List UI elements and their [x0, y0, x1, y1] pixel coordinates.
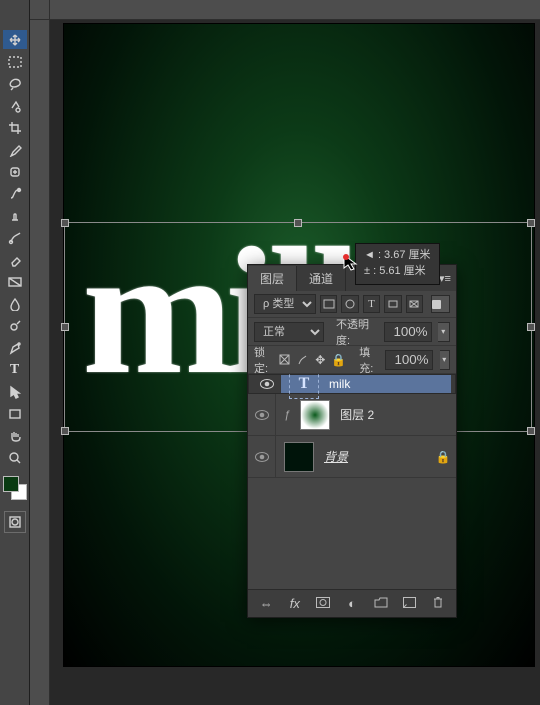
tab-channels[interactable]: 通道: [297, 266, 346, 291]
layer-fx-indicator[interactable]: ƒ: [284, 409, 290, 421]
layer-mask-button[interactable]: [309, 596, 338, 611]
gradient-tool[interactable]: [3, 272, 27, 291]
lock-label: 锁定:: [254, 344, 272, 376]
dodge-tool[interactable]: [3, 316, 27, 335]
eraser-tool[interactable]: [3, 250, 27, 269]
filter-shape-icon[interactable]: [384, 295, 401, 313]
eye-icon: [254, 451, 270, 463]
blur-tool[interactable]: [3, 294, 27, 313]
layer-lock-icon: 🔒: [430, 450, 456, 464]
layer-group-button[interactable]: [366, 596, 395, 611]
transform-handle-sw[interactable]: [61, 427, 69, 435]
transform-handle-w[interactable]: [61, 323, 69, 331]
layer-row[interactable]: ƒ 图层 2: [248, 394, 456, 436]
type-tool[interactable]: T: [3, 360, 27, 379]
pen-tool[interactable]: [3, 338, 27, 357]
filter-smart-icon[interactable]: [406, 295, 423, 313]
marquee-tool[interactable]: [3, 52, 27, 71]
transform-tooltip: ◄ : 3.67 厘米 ± : 5.61 厘米: [355, 243, 440, 285]
eyedropper-tool[interactable]: [3, 140, 27, 159]
transform-handle-se[interactable]: [527, 427, 535, 435]
tab-layers[interactable]: 图层: [248, 266, 297, 291]
quick-select-tool[interactable]: [3, 96, 27, 115]
hand-tool[interactable]: [3, 426, 27, 445]
foreground-color-swatch[interactable]: [3, 476, 19, 492]
layers-panel[interactable]: 图层 通道 « ▾≡ ρ 类型 T 正常 不透明度: ▾ 锁定: ✥: [247, 264, 457, 618]
transform-handle-ne[interactable]: [527, 219, 535, 227]
tooltip-line-1: ◄ : 3.67 厘米: [364, 248, 431, 264]
vertical-ruler[interactable]: [30, 20, 50, 705]
transform-handle-e[interactable]: [527, 323, 535, 331]
filter-type-icon[interactable]: T: [363, 295, 380, 313]
filter-kind-select[interactable]: ρ 类型: [254, 294, 316, 314]
crop-tool[interactable]: [3, 118, 27, 137]
eye-icon: [254, 409, 270, 421]
delete-layer-button[interactable]: [423, 596, 452, 612]
heal-tool[interactable]: [3, 162, 27, 181]
fill-dropdown[interactable]: ▾: [440, 350, 450, 370]
layer-style-button[interactable]: fx: [281, 596, 310, 611]
layer-name[interactable]: 背景: [324, 448, 348, 465]
lasso-tool[interactable]: [3, 74, 27, 93]
shape-tool[interactable]: [3, 404, 27, 423]
transform-handle-nw[interactable]: [61, 219, 69, 227]
lock-all-icon[interactable]: 🔒: [332, 353, 345, 366]
layers-panel-footer: ⇔ fx ◐: [248, 589, 456, 617]
adjustment-layer-button[interactable]: ◐: [338, 596, 367, 611]
brush-tool[interactable]: [3, 184, 27, 203]
visibility-toggle[interactable]: [248, 436, 276, 477]
filter-toggle-switch[interactable]: [431, 295, 450, 313]
layer-list: T milk ƒ 图层 2 背景 🔒: [248, 374, 456, 589]
fill-label: 填充:: [359, 344, 377, 376]
layer-row[interactable]: T milk: [248, 374, 456, 394]
opacity-input[interactable]: [384, 322, 432, 342]
visibility-toggle[interactable]: [253, 375, 281, 393]
visibility-toggle[interactable]: [248, 394, 276, 435]
fill-input[interactable]: [385, 350, 433, 370]
stamp-tool[interactable]: [3, 206, 27, 225]
blend-row: 正常 不透明度: ▾: [248, 318, 456, 346]
link-layers-button[interactable]: ⇔: [252, 596, 281, 611]
zoom-tool[interactable]: [3, 448, 27, 467]
eye-icon: [259, 378, 275, 390]
blend-mode-select[interactable]: 正常: [254, 322, 324, 342]
lock-bar: 锁定: ✥ 🔒 填充: ▾: [248, 346, 456, 374]
layer-filter-bar: ρ 类型 T: [248, 291, 456, 318]
tooltip-line-2: ± : 5.61 厘米: [364, 264, 431, 280]
move-tool[interactable]: [3, 30, 27, 49]
lock-artboard-icon[interactable]: ✥: [315, 353, 325, 366]
layer-name[interactable]: milk: [329, 377, 350, 391]
layer-row[interactable]: 背景 🔒: [248, 436, 456, 478]
new-layer-button[interactable]: [395, 596, 424, 611]
layer-name[interactable]: 图层 2: [340, 406, 374, 423]
color-swatches[interactable]: [3, 476, 27, 500]
layer-thumbnail[interactable]: [284, 442, 314, 472]
horizontal-ruler[interactable]: [50, 0, 540, 20]
quick-mask-toggle[interactable]: [4, 511, 26, 533]
opacity-dropdown[interactable]: ▾: [438, 322, 450, 342]
layer-thumbnail[interactable]: [300, 400, 330, 430]
filter-pixel-icon[interactable]: [320, 295, 337, 313]
lock-pixels-icon[interactable]: [279, 353, 290, 366]
lock-position-icon[interactable]: [297, 353, 308, 366]
path-select-tool[interactable]: [3, 382, 27, 401]
ruler-corner: [30, 0, 50, 20]
filter-adjust-icon[interactable]: [341, 295, 358, 313]
tools-panel: T: [0, 0, 30, 705]
history-brush-tool[interactable]: [3, 228, 27, 247]
cursor-pointer-icon: [342, 253, 360, 271]
